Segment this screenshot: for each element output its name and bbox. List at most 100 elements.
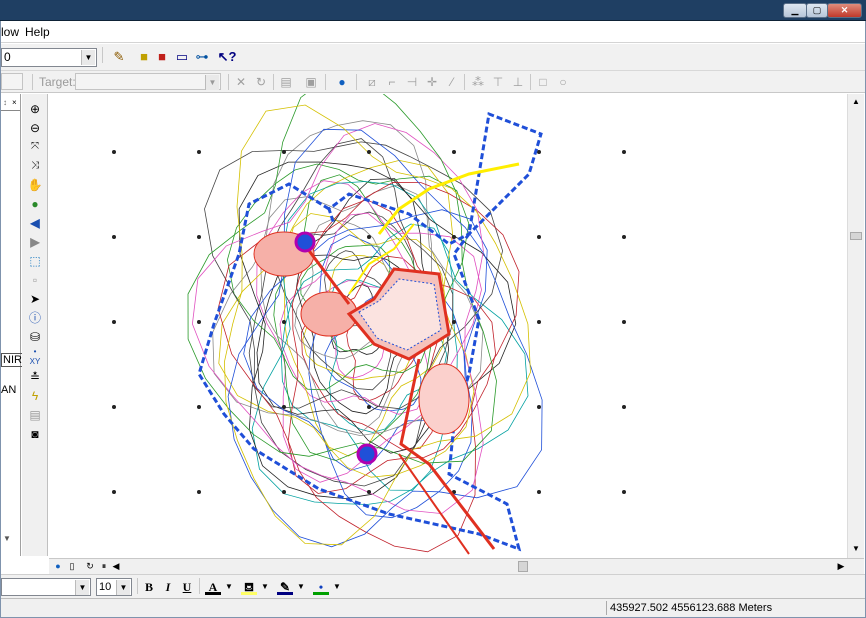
grid-point <box>367 405 371 409</box>
scroll-right-icon[interactable]: ▶ <box>834 560 848 573</box>
layout-view-tab[interactable]: ▯ <box>65 560 79 573</box>
select-elements-tool[interactable]: ➤ <box>25 290 45 308</box>
attributes-button[interactable]: ▤ <box>277 73 295 91</box>
arctoolbox-button[interactable]: ■ <box>152 47 172 67</box>
topology-tool-3[interactable]: ⊣ <box>403 73 421 91</box>
status-bar: 435927.502 4556123.688 Meters <box>1 598 865 617</box>
topology-tool-5[interactable]: ⁄ <box>443 73 461 91</box>
map-view[interactable] <box>49 94 847 558</box>
time-slider-tool[interactable]: ◙ <box>25 425 45 443</box>
underline-button[interactable]: U <box>179 579 195 595</box>
tools-toolbar: ⊕ ⊖ ⤧ ⤨ ✋ ● ◀ ▶ ⬚ ▫ ➤ ⓘ ⛁ • XY ≛ ϟ ▤ ◙ <box>22 94 48 556</box>
hyperlink-tool[interactable]: ϟ <box>25 387 45 405</box>
fill-color-dropdown[interactable]: ▼ <box>257 579 273 595</box>
grid-point <box>622 405 626 409</box>
data-view-tab[interactable]: ● <box>51 560 65 573</box>
toc-layer-an[interactable]: AN <box>1 384 16 396</box>
topology-edit-icon: ⌐ <box>388 75 396 89</box>
topology-tool-6[interactable]: ⁂ <box>469 73 487 91</box>
zoom-in-tool[interactable]: ⊕ <box>25 100 45 118</box>
map-scale-combo[interactable]: 0 ▼ <box>1 48 97 67</box>
horizontal-scrollbar[interactable] <box>123 560 866 573</box>
grid-point <box>197 490 201 494</box>
circle-tool[interactable]: ○ <box>554 73 572 91</box>
grid-point <box>452 150 456 154</box>
scroll-left-icon[interactable]: ◀ <box>109 560 123 573</box>
topology-tool-7[interactable]: ⊤ <box>489 73 507 91</box>
catalog-button[interactable]: ■ <box>134 47 154 67</box>
vertical-scrollbar[interactable]: ▲ ▼ <box>847 94 864 558</box>
go-to-xy-icon: • XY <box>29 347 41 366</box>
toolbox-icon: ■ <box>158 49 166 64</box>
font-name-combo[interactable]: ▼ <box>1 578 91 596</box>
globe-button[interactable]: ● <box>333 73 351 91</box>
grid-point <box>537 490 541 494</box>
clear-selection-tool[interactable]: ▫ <box>25 271 45 289</box>
scroll-up-icon[interactable]: ▲ <box>850 96 862 108</box>
window-icon: ▭ <box>175 49 189 64</box>
modelbuilder-button[interactable]: ⊶ <box>192 47 212 67</box>
rectangle-tool[interactable]: □ <box>534 73 552 91</box>
find-tool[interactable]: ⛁ <box>25 328 45 346</box>
pin-icon[interactable]: ↕ <box>3 98 7 107</box>
refresh-button[interactable]: ↻ <box>83 560 97 573</box>
measure-tool[interactable]: ≛ <box>25 368 45 386</box>
globe-icon: ● <box>338 75 346 89</box>
task-combo[interactable] <box>1 73 23 90</box>
pan-tool[interactable]: ✋ <box>25 176 45 194</box>
rotate-tool[interactable]: ↻ <box>252 73 270 91</box>
scroll-down-icon[interactable]: ▼ <box>850 543 862 555</box>
menu-window[interactable]: low <box>1 25 19 39</box>
minimize-button[interactable]: ▁ <box>783 3 807 18</box>
close-button[interactable]: ✕ <box>827 3 862 18</box>
grid-point <box>197 150 201 154</box>
grid-point <box>622 150 626 154</box>
topology-tool-4[interactable]: ✛ <box>423 73 441 91</box>
forward-tool[interactable]: ▶ <box>25 233 45 251</box>
command-line-button[interactable]: ▭ <box>172 47 192 67</box>
fill-color-button[interactable]: ⛾ <box>241 579 257 595</box>
sketch-properties-button[interactable]: ▣ <box>302 73 320 91</box>
zoom-out-tool[interactable]: ⊖ <box>25 119 45 137</box>
map-canvas[interactable] <box>49 94 847 558</box>
close-pane-icon[interactable]: × <box>12 98 17 107</box>
font-size-combo[interactable]: 10 ▼ <box>96 578 132 596</box>
marker-color-dropdown[interactable]: ▼ <box>329 579 345 595</box>
line-color-dropdown[interactable]: ▼ <box>293 579 309 595</box>
bold-button[interactable]: B <box>141 579 157 595</box>
horizontal-scroll-thumb[interactable] <box>518 561 528 572</box>
back-tool[interactable]: ◀ <box>25 214 45 232</box>
toc-layer-nir[interactable]: NIR <box>1 353 24 367</box>
menu-help[interactable]: Help <box>25 25 50 39</box>
topology-tool-8[interactable]: ⊥ <box>509 73 527 91</box>
identify-tool[interactable]: ⓘ <box>25 309 45 327</box>
toc-scroll-down[interactable]: ▼ <box>3 534 11 543</box>
select-features-tool[interactable]: ⬚ <box>25 252 45 270</box>
chevron-down-icon[interactable]: ▼ <box>205 75 219 90</box>
line-color-button[interactable]: ✎ <box>277 579 293 595</box>
italic-button[interactable]: I <box>160 579 176 595</box>
topology-tool-2[interactable]: ⌐ <box>383 73 401 91</box>
forward-icon: ▶ <box>30 235 40 249</box>
chevron-down-icon[interactable]: ▼ <box>116 580 130 595</box>
full-extent-tool[interactable]: ● <box>25 195 45 213</box>
topology-tool-1[interactable]: ⧄ <box>363 73 381 91</box>
hyperlink-icon: ϟ <box>31 389 39 403</box>
text-color-dropdown[interactable]: ▼ <box>221 579 237 595</box>
maximize-button[interactable]: ▢ <box>806 3 828 18</box>
vertical-scroll-thumb[interactable] <box>850 232 862 240</box>
html-popup-tool[interactable]: ▤ <box>25 406 45 424</box>
editor-toolbar-button[interactable]: ✎ <box>109 47 129 67</box>
whats-this-button[interactable]: ↖? <box>217 47 237 67</box>
target-combo[interactable]: ▼ <box>75 73 221 90</box>
fixed-zoom-out-tool[interactable]: ⤨ <box>25 157 45 175</box>
marker-color-button[interactable]: • <box>313 579 329 595</box>
grid-point <box>112 235 116 239</box>
marker-icon: • <box>318 580 324 594</box>
text-color-button[interactable]: A <box>205 579 221 595</box>
chevron-down-icon[interactable]: ▼ <box>81 50 95 65</box>
split-tool[interactable]: ✕ <box>232 73 250 91</box>
go-to-xy-tool[interactable]: • XY <box>25 347 45 366</box>
fixed-zoom-in-tool[interactable]: ⤧ <box>25 138 45 156</box>
chevron-down-icon[interactable]: ▼ <box>75 580 89 595</box>
